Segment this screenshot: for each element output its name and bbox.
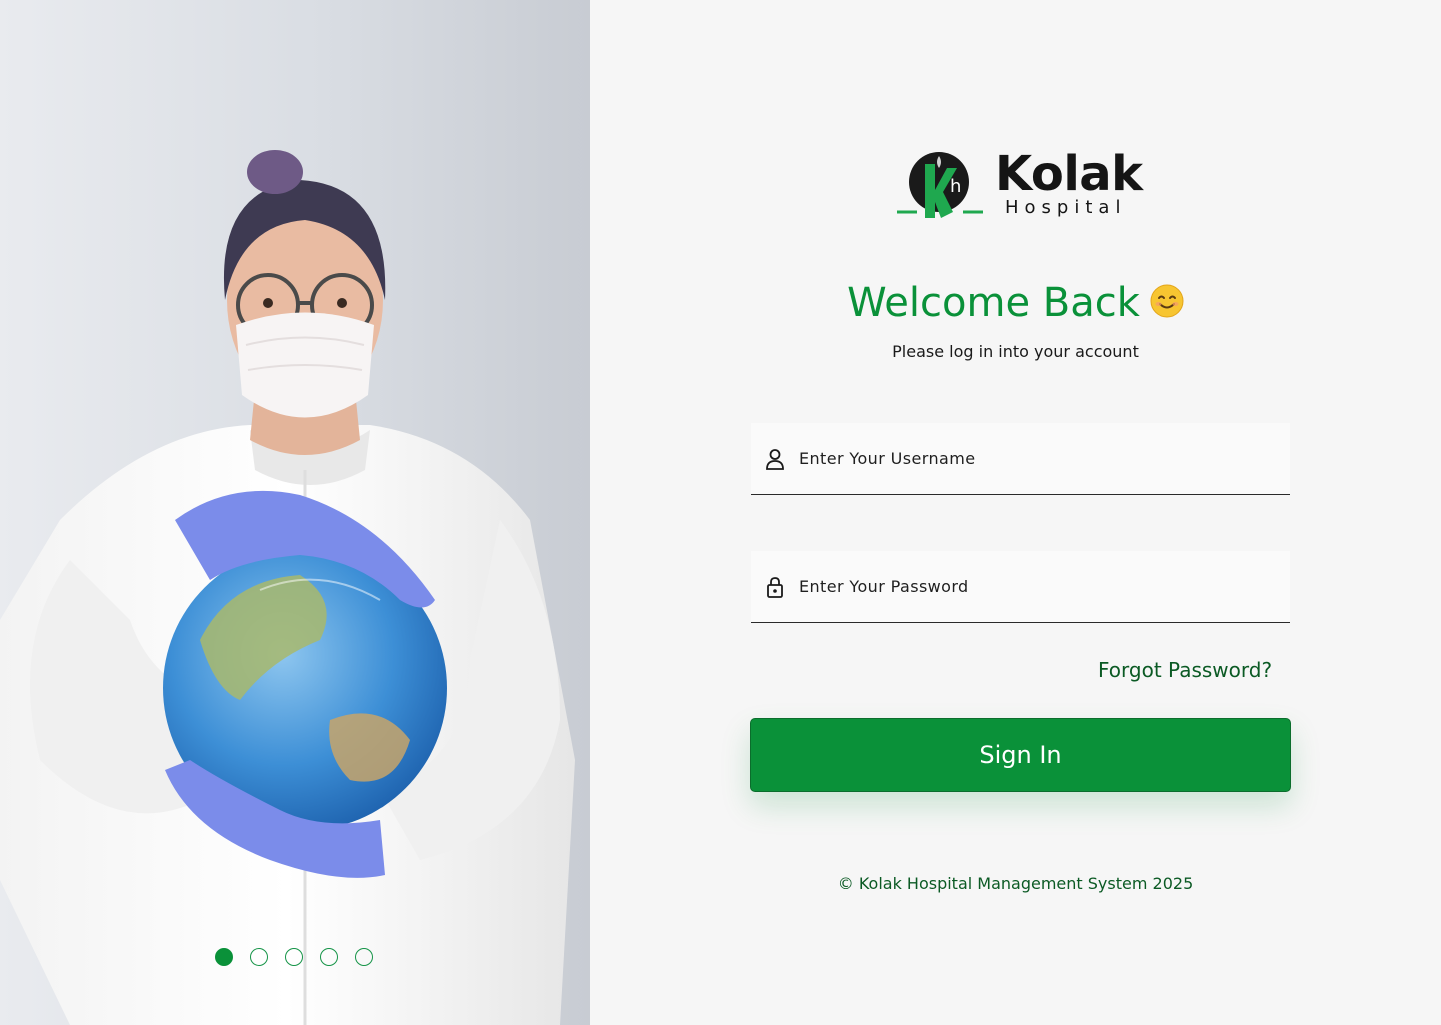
carousel-indicator <box>215 948 373 966</box>
smile-emoji-icon <box>1150 284 1184 318</box>
hero-panel <box>0 0 590 1025</box>
welcome-heading: Welcome Back <box>590 280 1441 326</box>
carousel-dot-1[interactable] <box>215 948 233 966</box>
brand-subtitle: Hospital <box>1005 197 1127 218</box>
welcome-text: Welcome Back <box>847 280 1140 326</box>
brand-name: Kolak <box>995 146 1143 202</box>
username-input[interactable] <box>799 423 1290 494</box>
carousel-dot-5[interactable] <box>355 948 373 966</box>
username-field[interactable] <box>751 423 1290 495</box>
login-panel: h Kolak Hospital Welcome Back Please log… <box>590 0 1441 1025</box>
password-field[interactable] <box>751 551 1290 623</box>
logo-icon: h <box>897 152 983 218</box>
lock-icon <box>765 576 785 598</box>
hero-illustration <box>0 150 575 1025</box>
user-icon <box>765 448 785 470</box>
brand-logo: h Kolak Hospital <box>895 146 1155 225</box>
sign-in-button[interactable]: Sign In <box>750 718 1291 792</box>
forgot-password-link[interactable]: Forgot Password? <box>1098 658 1272 682</box>
carousel-dot-3[interactable] <box>285 948 303 966</box>
carousel-dot-4[interactable] <box>320 948 338 966</box>
copyright-footer: © Kolak Hospital Management System 2025 <box>837 874 1194 893</box>
login-subtitle: Please log in into your account <box>892 342 1139 361</box>
password-input[interactable] <box>799 551 1290 622</box>
svg-text:h: h <box>950 176 961 197</box>
carousel-dot-2[interactable] <box>250 948 268 966</box>
